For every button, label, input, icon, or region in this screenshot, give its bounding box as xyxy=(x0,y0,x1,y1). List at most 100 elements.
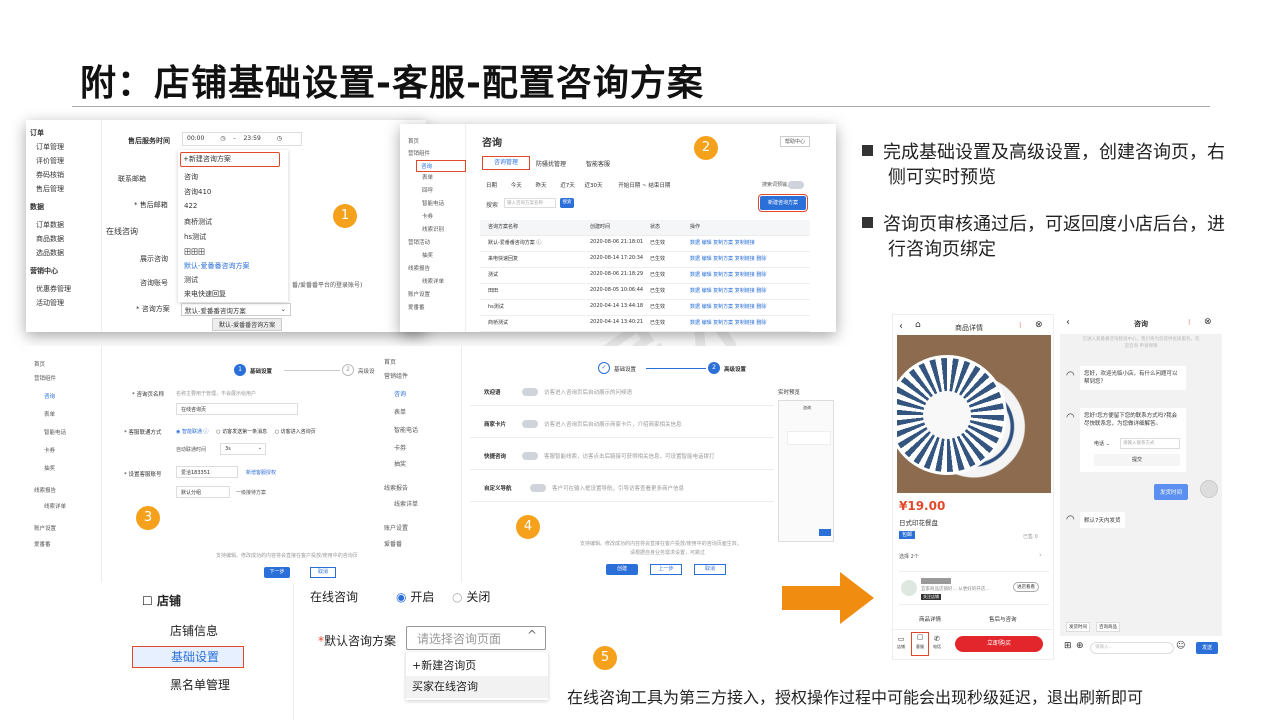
create-button[interactable]: 创建 xyxy=(606,564,638,575)
s2-nav-consult[interactable]: 咨询 xyxy=(416,160,466,172)
setting-switch[interactable] xyxy=(522,388,538,396)
s1-nav-group[interactable]: 订单 xyxy=(30,126,101,140)
s2-nav-item[interactable]: 账户设置 xyxy=(408,289,465,302)
tab-after-sales[interactable]: 售后与咨询 xyxy=(989,615,1017,623)
nav-store-info[interactable]: 店铺信息 xyxy=(170,622,218,639)
more-icon[interactable]: ⁝ xyxy=(1019,321,1022,330)
radio-on[interactable]: ◉ 开启 xyxy=(396,588,434,605)
option-buyer-consult[interactable]: 买家在线咨询 xyxy=(406,676,548,698)
s4-nav-item[interactable]: 线索详单 xyxy=(384,498,461,512)
s3-cancel-button[interactable]: 取消 xyxy=(310,567,336,578)
s2-nav-item[interactable]: 卡券 xyxy=(408,211,465,224)
tab-consult-manage[interactable]: 咨询管理 xyxy=(482,156,530,170)
tab-anti-harass[interactable]: 防骚扰管理 xyxy=(536,159,566,168)
tab-smart-service[interactable]: 智能客服 xyxy=(586,159,610,168)
s3-account-select[interactable]: 爱洽183351 xyxy=(176,466,238,478)
search-input[interactable]: 输入咨询方案名称 xyxy=(504,198,556,208)
s3-nav-item[interactable]: 线索报告 xyxy=(34,484,101,498)
s2-nav-item[interactable]: 回呼 xyxy=(408,185,465,198)
s4-nav-item[interactable]: 抽奖 xyxy=(384,458,461,472)
dropdown-new-plan[interactable]: +新建咨询方案 xyxy=(180,152,280,167)
new-plan-button[interactable]: 新建咨询方案 xyxy=(758,194,808,212)
close-icon[interactable]: ⊗ xyxy=(1204,317,1212,327)
row-actions[interactable]: 数据 编辑 复制方案 复制链接 xyxy=(690,239,755,246)
s2-nav-item[interactable]: 爱番番 xyxy=(408,302,465,315)
customer-service-icon[interactable]: ▢ 客服 xyxy=(911,632,929,656)
s1-nav-item[interactable]: 选品数据 xyxy=(30,246,101,260)
date-yesterday[interactable]: 昨天 xyxy=(536,183,547,189)
s4-nav-item[interactable]: 智能电话 xyxy=(384,424,461,438)
s3-nav-consult[interactable]: 咨询 xyxy=(34,390,101,404)
radio-first-msg[interactable]: ○ 访客发送第一条消息 xyxy=(216,429,267,435)
s2-nav-home[interactable]: 首页 xyxy=(408,136,465,148)
s1-nav-group[interactable]: 数据 xyxy=(30,200,101,214)
s2-nav-item[interactable]: 线索报告 xyxy=(408,263,465,276)
setting-switch[interactable] xyxy=(522,452,538,460)
help-center-button[interactable]: 帮助中心 xyxy=(780,136,811,147)
radio-enter[interactable]: ○ 访客进入咨询页 xyxy=(275,429,316,435)
s1-nav-item[interactable]: 商品数据 xyxy=(30,232,101,246)
s4-nav-item[interactable]: 账户设置 xyxy=(384,522,461,536)
row-actions[interactable]: 数据 编辑 复制方案 复制链接 删除 xyxy=(690,271,766,278)
plus-icon[interactable]: ⊕ xyxy=(1076,641,1084,651)
row-actions[interactable]: 数据 编辑 复制方案 复制链接 删除 xyxy=(690,255,766,262)
dropdown-option[interactable]: 422 xyxy=(184,202,197,210)
close-icon[interactable]: ⊗ xyxy=(1035,320,1043,330)
s2-nav-item[interactable]: 智能电话 xyxy=(408,198,465,211)
s3-nav-item[interactable]: 抽奖 xyxy=(34,462,101,476)
store-group[interactable]: ☐ 店铺 xyxy=(142,592,181,609)
search-switch[interactable] xyxy=(788,181,804,189)
setting-switch[interactable] xyxy=(522,420,538,428)
nav-basic-settings[interactable]: 基础设置 xyxy=(132,646,244,668)
s1-nav-item[interactable]: 售后管理 xyxy=(30,182,101,196)
date-range[interactable]: 开始日期 ~ 结束日期 xyxy=(618,183,670,189)
quick-chip[interactable]: 发货时间 xyxy=(1066,622,1090,632)
chat-input[interactable]: 请输入... xyxy=(1090,642,1174,654)
row-actions[interactable]: 数据 编辑 复制方案 复制链接 删除 xyxy=(690,319,766,326)
more-icon[interactable]: ⁝ xyxy=(1188,318,1191,327)
time-range-picker[interactable]: 00:00 ◷ - 23:59 ◷ xyxy=(182,132,302,146)
s4-nav-item[interactable]: 卡券 xyxy=(384,442,461,456)
row-actions[interactable]: 数据 编辑 复制方案 复制链接 删除 xyxy=(690,303,766,310)
s3-nav-item[interactable]: 卡券 xyxy=(34,444,101,458)
consult-page-select[interactable]: 请选择咨询页面 ^ xyxy=(406,626,546,650)
contact-input[interactable]: 请输入联系方式 xyxy=(1120,438,1180,449)
home-icon[interactable]: ⌂ xyxy=(915,320,921,330)
emoji-icon[interactable]: ☺ xyxy=(1176,641,1185,651)
s2-nav-item[interactable]: 线索详单 xyxy=(408,276,465,289)
dropdown-option[interactable]: 咨询410 xyxy=(184,187,211,197)
search-button[interactable]: 搜索 xyxy=(560,198,574,208)
visit-shop-button[interactable]: 进店看看 xyxy=(1013,582,1039,592)
s1-nav-group[interactable]: 营销中心 xyxy=(30,264,101,278)
radio-off[interactable]: ○ 关闭 xyxy=(452,588,490,605)
date-30d[interactable]: 近30天 xyxy=(585,183,603,189)
dropdown-option[interactable]: 咨询 xyxy=(184,172,198,182)
s3-nav-item[interactable]: 营销组件 xyxy=(34,372,101,386)
setting-switch[interactable] xyxy=(530,484,546,492)
s2-nav-item[interactable]: 线索识别 xyxy=(408,224,465,237)
s3-name-input[interactable]: 在线咨询页 xyxy=(176,403,298,415)
s3-auto-select[interactable]: 3s ⌄ xyxy=(220,443,266,455)
s4-nav-item[interactable]: 爱番番 xyxy=(384,538,461,552)
s4-nav-item[interactable]: 首页 xyxy=(384,356,461,370)
s3-nav-item[interactable]: 账户设置 xyxy=(34,522,101,536)
s3-nav-item[interactable]: 爱番番 xyxy=(34,538,101,552)
dropdown-option-selected[interactable]: 默认-爱番番咨询方案 xyxy=(184,261,250,271)
phone-icon[interactable]: ✆ 电话 xyxy=(933,636,941,650)
s4-nav-consult[interactable]: 咨询 xyxy=(384,388,461,402)
row-actions[interactable]: 数据 编辑 复制方案 复制链接 删除 xyxy=(690,287,766,294)
s3-nav-item[interactable]: 表单 xyxy=(34,408,101,422)
s1-nav-item[interactable]: 订单管理 xyxy=(30,140,101,154)
s2-nav-item[interactable]: 抽奖 xyxy=(408,250,465,263)
s1-nav-item[interactable]: 活动管理 xyxy=(30,296,101,310)
date-today[interactable]: 今天 xyxy=(511,183,522,189)
s1-nav-item[interactable]: 券码核销 xyxy=(30,168,101,182)
s1-nav-item[interactable]: 优惠券管理 xyxy=(30,282,101,296)
consult-plan-select[interactable]: 默认-爱番番咨询方案 ⌄ xyxy=(181,303,291,316)
s4-nav-item[interactable]: 表单 xyxy=(384,406,461,420)
s3-nav-item[interactable]: 智能电话 xyxy=(34,426,101,440)
quick-chip[interactable]: 咨询商品 xyxy=(1096,622,1120,632)
dropdown-option[interactable]: 来电快速回复 xyxy=(184,289,226,299)
option-new-page[interactable]: +新建咨询页 xyxy=(412,657,476,673)
s1-nav-item[interactable]: 评价管理 xyxy=(30,154,101,168)
